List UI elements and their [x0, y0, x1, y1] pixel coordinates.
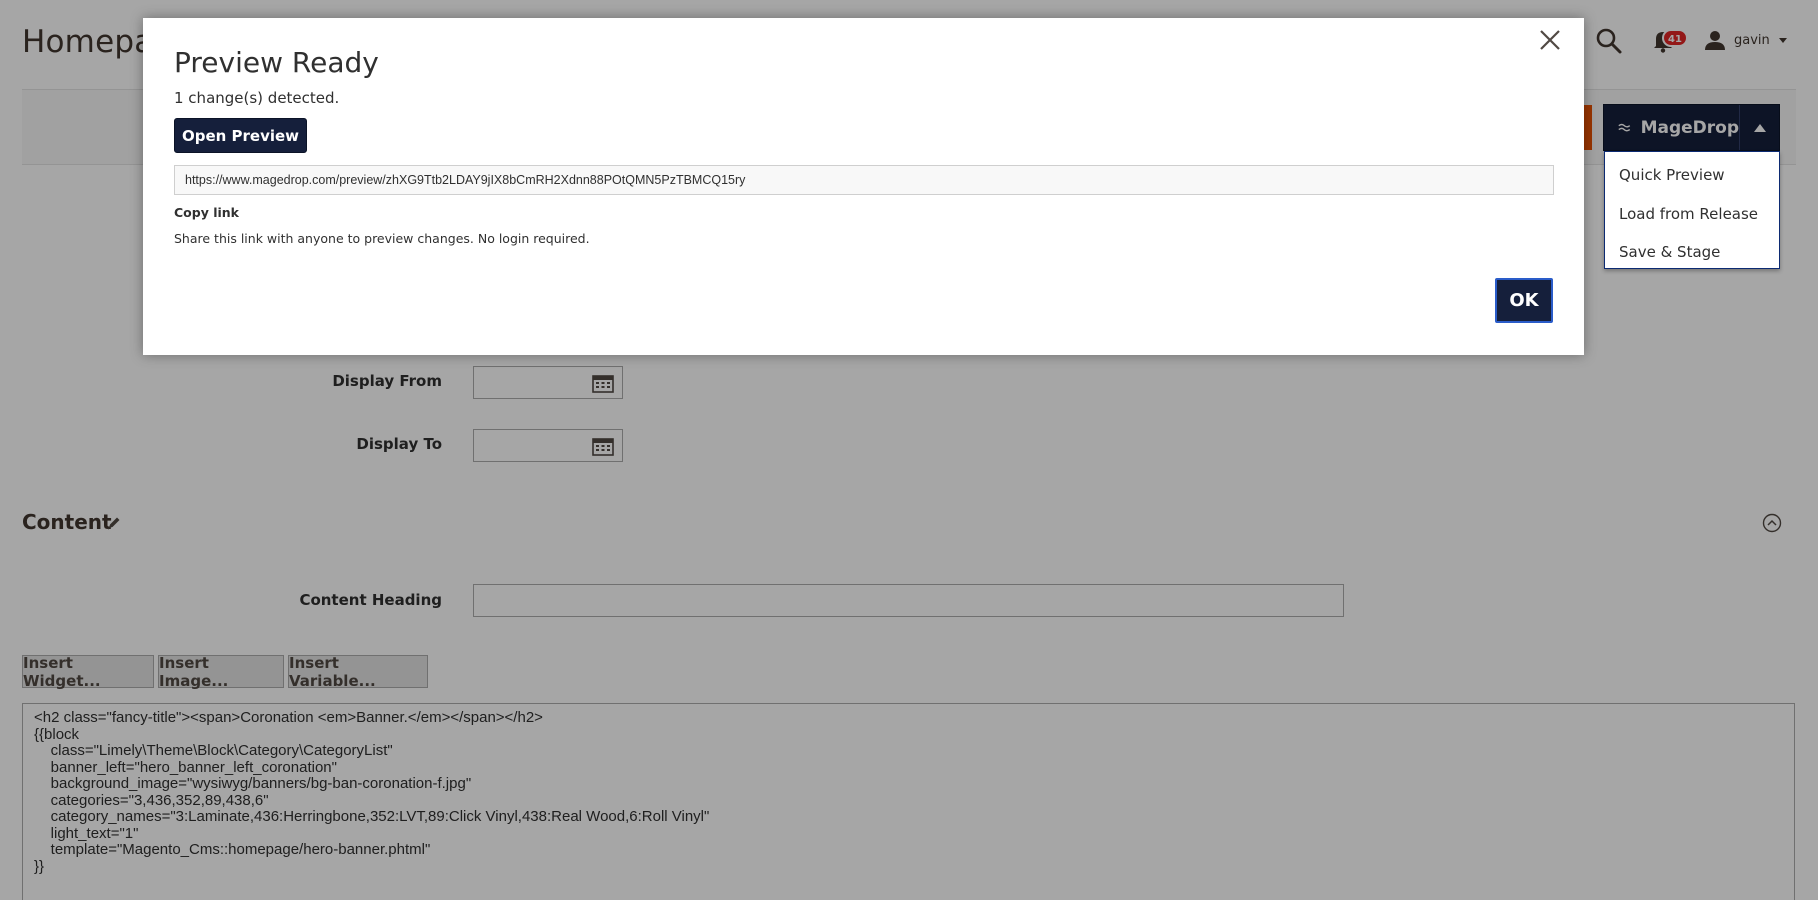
changes-detected-text: 1 change(s) detected. [174, 89, 340, 107]
modal-title: Preview Ready [174, 46, 379, 79]
ok-button[interactable]: OK [1495, 278, 1553, 323]
menu-item-quick-preview[interactable]: Quick Preview [1605, 160, 1779, 199]
magedrop-menu: Quick Preview Load from Release Save & S… [1604, 151, 1780, 269]
share-hint-text: Share this link with anyone to preview c… [174, 231, 590, 246]
open-preview-button[interactable]: Open Preview [174, 118, 307, 153]
menu-item-save-and-stage[interactable]: Save & Stage [1605, 237, 1779, 276]
close-icon[interactable] [1536, 26, 1564, 54]
preview-url-field[interactable]: https://www.magedrop.com/preview/zhXG9Tt… [174, 165, 1554, 195]
menu-item-load-from-release[interactable]: Load from Release [1605, 199, 1779, 238]
copy-link-button[interactable]: Copy link [174, 205, 239, 220]
preview-ready-modal: Preview Ready 1 change(s) detected. Open… [143, 18, 1584, 355]
